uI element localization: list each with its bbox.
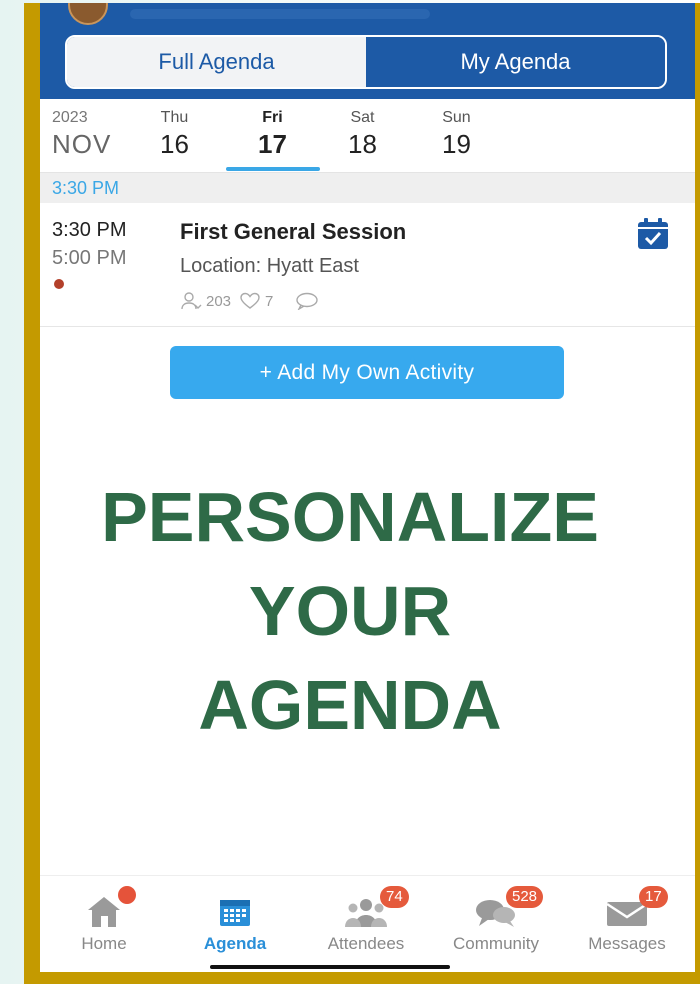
- home-icon-wrap: [44, 884, 164, 928]
- selected-date-indicator: [226, 167, 320, 171]
- comment-icon[interactable]: [295, 292, 319, 310]
- agenda-icon-wrap: [175, 884, 295, 928]
- calendar-check-icon[interactable]: [636, 217, 670, 251]
- attendees-badge: 74: [380, 886, 409, 908]
- attendee-count: 203: [206, 292, 232, 310]
- heart-icon[interactable]: [239, 292, 261, 310]
- add-own-activity-button[interactable]: + Add My Own Activity: [170, 346, 564, 399]
- agenda-segmented-control: Full Agenda My Agenda: [65, 35, 667, 89]
- tab-label: Agenda: [203, 934, 267, 953]
- tab-messages[interactable]: 17 Messages: [567, 884, 687, 954]
- day-number: 19: [442, 129, 471, 159]
- tab-label: Community: [453, 934, 539, 953]
- tab-home[interactable]: Home: [44, 884, 164, 954]
- bottom-tab-bar: Home Agenda 74 Attendees 528 Community 1…: [40, 875, 695, 972]
- tab-label: Messages: [588, 934, 666, 953]
- tab-agenda[interactable]: Agenda: [175, 884, 295, 954]
- date-thu[interactable]: Thu 16: [160, 109, 189, 160]
- date-year-month: 2023 NOV: [52, 109, 111, 160]
- calendar-icon: [220, 900, 250, 926]
- session-track-dot: [54, 279, 64, 289]
- headline-line-3: AGENDA: [198, 666, 502, 744]
- date-strip: 2023 NOV Thu 16 Fri 17 Sat 18 Sun 19: [40, 99, 695, 173]
- agenda-header: Full Agenda My Agenda: [40, 3, 695, 99]
- tab-my-agenda[interactable]: My Agenda: [366, 37, 665, 87]
- tab-attendees[interactable]: 74 Attendees: [306, 884, 426, 954]
- day-number: 17: [258, 129, 287, 159]
- home-indicator: [210, 965, 450, 969]
- year-label: 2023: [52, 109, 88, 126]
- date-sun[interactable]: Sun 19: [442, 109, 471, 160]
- headline-line-1: PERSONALIZE: [101, 478, 599, 556]
- header-title-clipped: [130, 9, 430, 19]
- session-row[interactable]: 3:30 PM 5:00 PM First General Session Lo…: [40, 203, 695, 327]
- day-of-week: Fri: [262, 109, 283, 126]
- tab-community[interactable]: 528 Community: [436, 884, 556, 954]
- session-start-time: 3:30 PM: [52, 219, 127, 241]
- community-badge: 528: [506, 886, 544, 908]
- home-notification-dot: [118, 886, 136, 904]
- month-label: NOV: [52, 129, 112, 159]
- attendees-icon-wrap: 74: [306, 884, 426, 928]
- headline-line-2: YOUR: [248, 572, 452, 650]
- messages-badge: 17: [639, 886, 668, 908]
- promo-headline: PERSONALIZE YOUR AGENDA: [0, 470, 700, 752]
- date-sat[interactable]: Sat 18: [348, 109, 377, 160]
- messages-icon-wrap: 17: [567, 884, 687, 928]
- session-stats: 203 7: [180, 291, 319, 311]
- avatar[interactable]: [68, 3, 108, 25]
- day-of-week: Sun: [442, 109, 471, 126]
- attendees-icon: [180, 291, 202, 311]
- tab-label: Attendees: [327, 934, 405, 953]
- day-number: 18: [348, 129, 377, 159]
- session-location: Location: Hyatt East: [180, 255, 359, 277]
- like-count: 7: [265, 292, 274, 310]
- community-icon-wrap: 528: [436, 884, 556, 928]
- session-title: First General Session: [180, 219, 407, 244]
- day-of-week: Thu: [160, 109, 189, 126]
- tab-label: Home: [81, 934, 127, 953]
- session-end-time: 5:00 PM: [52, 247, 127, 269]
- date-fri[interactable]: Fri 17: [258, 109, 287, 160]
- time-section-header: 3:30 PM: [40, 173, 695, 203]
- tab-full-agenda[interactable]: Full Agenda: [67, 37, 366, 87]
- day-number: 16: [160, 129, 189, 159]
- day-of-week: Sat: [350, 109, 375, 126]
